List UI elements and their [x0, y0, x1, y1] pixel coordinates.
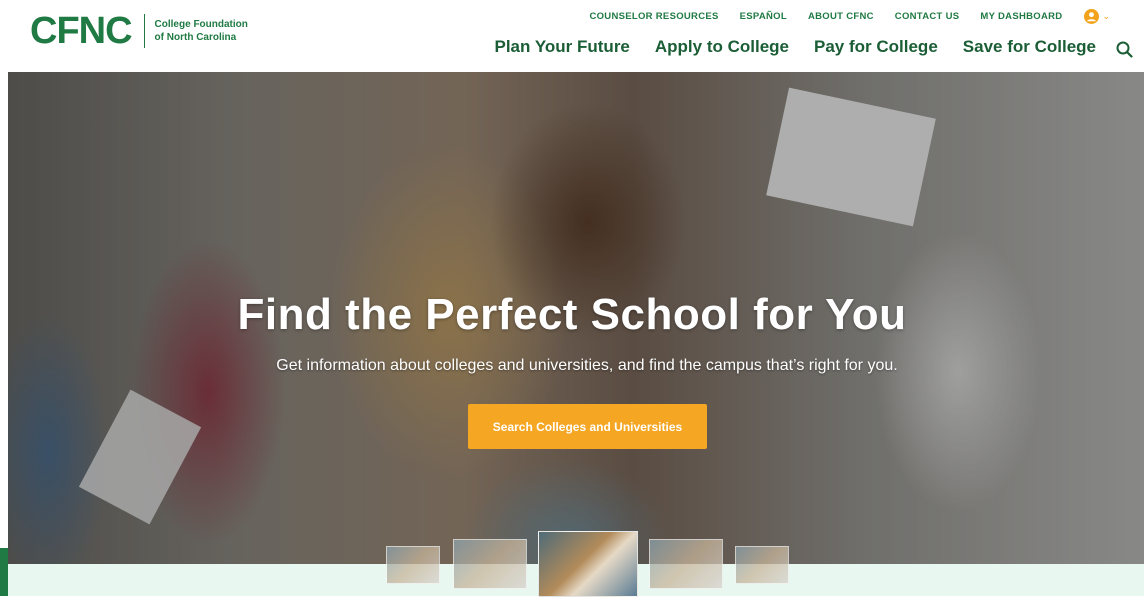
nav-pay-for-college[interactable]: Pay for College [814, 37, 938, 57]
carousel-thumb[interactable] [649, 539, 723, 589]
nav-save-for-college[interactable]: Save for College [963, 37, 1096, 57]
utility-nav: COUNSELOR RESOURCES ESPAÑOL ABOUT CFNC C… [589, 9, 1110, 24]
util-link-my-dashboard[interactable]: MY DASHBOARD [980, 11, 1062, 22]
logo-line-2: of North Carolina [154, 32, 237, 43]
util-link-about-cfnc[interactable]: ABOUT CFNC [808, 11, 874, 22]
search-icon[interactable] [1114, 39, 1136, 61]
logo-mark: CFNC [30, 10, 133, 52]
carousel-thumb[interactable] [735, 546, 789, 584]
logo-divider [143, 14, 145, 48]
hero-title: Find the Perfect School for You [237, 290, 907, 339]
util-link-counselor-resources[interactable]: COUNSELOR RESOURCES [589, 11, 718, 22]
cfnc-logo[interactable]: CFNC College Foundation of North Carolin… [30, 12, 248, 50]
carousel-thumb[interactable] [386, 546, 440, 584]
carousel-thumb[interactable] [453, 539, 527, 589]
util-link-contact-us[interactable]: CONTACT US [895, 11, 960, 22]
util-link-espanol[interactable]: ESPAÑOL [740, 11, 787, 22]
user-menu-button[interactable]: ⌄ [1084, 9, 1110, 24]
site-header: CFNC College Foundation of North Carolin… [0, 0, 1144, 72]
logo-line-1: College Foundation [154, 19, 248, 30]
search-colleges-button[interactable]: Search Colleges and Universities [468, 404, 707, 449]
hero-subtitle: Get information about colleges and unive… [276, 357, 898, 374]
nav-apply-to-college[interactable]: Apply to College [655, 37, 789, 57]
user-circle-icon [1084, 9, 1100, 24]
main-nav: Plan Your Future Apply to College Pay fo… [470, 37, 1097, 57]
nav-plan-your-future[interactable]: Plan Your Future [495, 37, 630, 57]
carousel-thumb-active[interactable] [538, 531, 638, 597]
logo-text: College Foundation of North Carolina [155, 18, 248, 44]
chevron-down-icon: ⌄ [1102, 11, 1110, 21]
carousel-thumbnails [0, 531, 1144, 597]
